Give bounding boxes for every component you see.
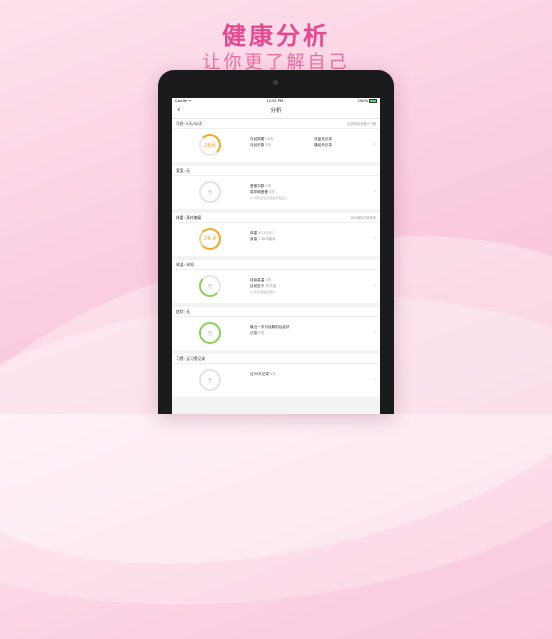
stat-row: 近30天记录0天 — [250, 371, 276, 377]
analysis-section[interactable]: 体重: 身材偏瘦 BMI指标方便参考 24.4 体重47.0公斤 身高138.8厘米 › — [172, 213, 380, 256]
stat-label: 易孕期爱爱 — [250, 190, 268, 194]
stat-value: 47.0公斤 — [258, 231, 274, 235]
stat-value: 0次 — [268, 190, 275, 194]
section-stats: 体重47.0公斤 身高138.8厘米 — [250, 230, 276, 242]
progress-ring: 无 — [199, 369, 221, 391]
stat-value: 未记录 — [321, 143, 332, 147]
ring-value: 28天 — [203, 143, 217, 149]
stat-label: 体重 — [250, 231, 258, 235]
section-body: 28天 月经周期28天 月经天数5天 流量未记录 痛经未记录 › — [172, 129, 380, 162]
section-note: 后来修改总都比了解 — [347, 122, 376, 126]
analysis-section[interactable]: 爱爱: 无无爱爱次数0次 易孕期爱爱0次 (i) 你有爱爱记录后才会显示 › — [172, 166, 380, 209]
section-stats: 持续高温0天 目前处于未升温 — [250, 277, 276, 289]
battery-indicator: 100% — [357, 98, 377, 104]
chevron-right-icon[interactable]: › — [374, 376, 376, 383]
section-header: 月经: 5天/30天 后来修改总都比了解 — [172, 119, 380, 129]
stat-value: 未记录 — [321, 137, 332, 141]
progress-ring: 无 — [199, 181, 221, 203]
section-stats: 月经周期28天 月经天数5天 — [250, 136, 274, 148]
section-body: 无 最近一次与经期前后症状 记录0项 › — [172, 317, 380, 350]
section-body: 无爱爱次数0次 易孕期爱爱0次 (i) 你有爱爱记录后才会显示 › — [172, 176, 380, 209]
chevron-right-icon[interactable]: › — [374, 188, 376, 195]
section-stats: 最近一次与经期前后症状 记录0项 — [250, 324, 291, 336]
analysis-section[interactable]: 月经: 5天/30天 后来修改总都比了解 28天 月经周期28天 月经天数5天 流量未记录… — [172, 119, 380, 162]
ring-value: 无 — [207, 189, 213, 196]
stat-label: 最近一次与经期前后症状 — [250, 325, 290, 329]
analysis-section[interactable]: 习惯: 无习惯记录无 近30天记录0天 › — [172, 354, 380, 397]
section-header: 体重: 身材偏瘦 BMI指标方便参考 — [172, 213, 380, 223]
section-header: 体温: 未知 — [172, 260, 380, 270]
ring-value: 24.4 — [203, 236, 217, 242]
stat-label: 月经天数 — [250, 143, 265, 147]
stat-row: 身高138.8厘米 — [250, 236, 276, 242]
analysis-list: 月经: 5天/30天 后来修改总都比了解 28天 月经周期28天 月经天数5天 流量未记录… — [172, 119, 380, 397]
tablet-frame: Carrier ᯤ 12:52 PM 100% ‹ 分析 月经: 5天/30天 后… — [158, 70, 394, 414]
stat-value: 未升温 — [265, 284, 277, 288]
stat-row: 易孕期爱爱0次 — [250, 189, 275, 195]
ring-value: 无 — [207, 330, 213, 337]
stat-row: 目前处于未升温 — [250, 283, 276, 289]
section-title: 体重: 身材偏瘦 — [176, 214, 202, 220]
stat-value: 0天 — [269, 372, 276, 376]
section-header: 症状: 无 — [172, 307, 380, 317]
progress-ring: 28天 — [199, 134, 221, 156]
progress-ring: 无 — [199, 275, 221, 297]
stat-row: 痛经未记录 — [314, 142, 332, 148]
ring-value: 无 — [207, 283, 213, 290]
analysis-section[interactable]: 体温: 未知无持续高温0天 目前处于未升温 (i) 暂不能得出结论 › — [172, 260, 380, 303]
section-header: 习惯: 无习惯记录 — [172, 354, 380, 364]
section-stats-secondary: 流量未记录 痛经未记录 — [314, 136, 332, 148]
stat-row: 记录0项 — [250, 330, 291, 336]
camera-icon — [273, 80, 278, 85]
battery-percent: 100% — [357, 99, 368, 103]
section-title: 体温: 未知 — [176, 261, 194, 267]
section-body: 24.4 体重47.0公斤 身高138.8厘米 › — [172, 223, 380, 256]
section-title: 习惯: 无习惯记录 — [176, 355, 206, 361]
chevron-right-icon[interactable]: › — [374, 282, 376, 289]
section-title: 症状: 无 — [176, 308, 190, 314]
section-title: 爱爱: 无 — [176, 167, 190, 173]
ring-value: 无 — [207, 377, 213, 384]
chevron-right-icon[interactable]: › — [374, 329, 376, 336]
chevron-right-icon[interactable]: › — [374, 141, 376, 148]
section-header: 爱爱: 无 — [172, 166, 380, 176]
stat-value: 0次 — [265, 184, 272, 188]
promo-headline: 健康分析 — [222, 22, 330, 50]
page-title: 分析 — [270, 108, 282, 114]
progress-ring: 无 — [199, 322, 221, 344]
stat-label: 爱爱次数 — [250, 184, 265, 188]
carrier-label: Carrier ᯤ — [175, 98, 192, 103]
stat-value: 5天 — [265, 143, 272, 147]
section-tip: (i) 暂不能得出结论 — [250, 290, 276, 294]
stat-row: 月经天数5天 — [250, 142, 274, 148]
section-body: 无持续高温0天 目前处于未升温 (i) 暂不能得出结论 › — [172, 270, 380, 303]
analysis-section[interactable]: 症状: 无无 最近一次与经期前后症状 记录0项 › — [172, 307, 380, 350]
stat-value: 28天 — [265, 137, 274, 141]
stat-label: 持续高温 — [250, 278, 265, 282]
chevron-left-icon[interactable]: ‹ — [177, 105, 181, 115]
stat-label: 目前处于 — [250, 284, 265, 288]
stat-label: 月经周期 — [250, 137, 265, 141]
section-stats: 近30天记录0天 — [250, 371, 276, 377]
stat-label: 记录 — [250, 331, 258, 335]
section-body: 无 近30天记录0天 › — [172, 364, 380, 397]
progress-ring: 24.4 — [199, 228, 221, 250]
section-tip: (i) 你有爱爱记录后才会显示 — [250, 196, 288, 200]
stat-label: 身高 — [250, 237, 258, 241]
nav-bar: ‹ 分析 — [172, 104, 380, 119]
battery-icon — [369, 98, 377, 104]
stat-label: 近30天记录 — [250, 372, 269, 376]
section-note: BMI指标方便参考 — [350, 216, 376, 220]
section-title: 月经: 5天/30天 — [176, 120, 203, 126]
clock: 12:52 PM — [266, 99, 284, 103]
stat-value: 0项 — [258, 331, 265, 335]
app-screen: Carrier ᯤ 12:52 PM 100% ‹ 分析 月经: 5天/30天 后… — [172, 98, 380, 414]
section-stats: 爱爱次数0次 易孕期爱爱0次 — [250, 183, 275, 195]
stat-value: 0天 — [265, 278, 272, 282]
chevron-right-icon[interactable]: › — [374, 235, 376, 242]
stat-value: 138.8厘米 — [258, 237, 276, 241]
